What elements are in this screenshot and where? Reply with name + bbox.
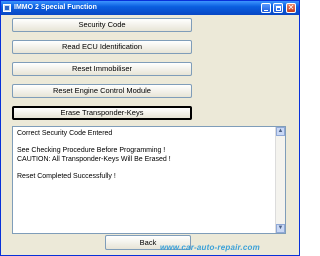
close-button[interactable]: ✕ xyxy=(286,3,296,13)
log-scrollbar[interactable]: ▲ ▼ xyxy=(275,127,285,233)
reset-immobiliser-button[interactable]: Reset Immobiliser xyxy=(12,62,192,76)
erase-transponder-keys-button[interactable]: Erase Transponder-Keys xyxy=(12,106,192,120)
log-line: Reset Completed Successfully ! xyxy=(17,173,116,180)
reset-engine-control-module-button[interactable]: Reset Engine Control Module xyxy=(12,84,192,98)
close-icon: ✕ xyxy=(287,3,295,12)
maximize-button[interactable] xyxy=(273,3,283,13)
security-code-button[interactable]: Security Code xyxy=(12,18,192,32)
scroll-down-icon[interactable]: ▼ xyxy=(276,224,285,233)
status-log[interactable]: Correct Security Code Entered See Checki… xyxy=(12,126,286,234)
log-line: See Checking Procedure Before Programmin… xyxy=(17,147,166,154)
log-line: Correct Security Code Entered xyxy=(17,130,113,137)
app-icon xyxy=(3,4,11,12)
minimize-button[interactable] xyxy=(261,3,271,13)
immo-special-function-window: IMMO 2 Special Function ✕ Security Code … xyxy=(0,0,300,256)
watermark: www.car-auto-repair.com xyxy=(160,243,260,252)
window-title: IMMO 2 Special Function xyxy=(14,4,97,11)
read-ecu-identification-button[interactable]: Read ECU Identification xyxy=(12,40,192,54)
title-bar[interactable]: IMMO 2 Special Function ✕ xyxy=(1,1,299,15)
scroll-up-icon[interactable]: ▲ xyxy=(276,127,285,136)
log-line: CAUTION: All Transponder-Keys Will Be Er… xyxy=(17,156,171,163)
maximize-icon xyxy=(276,6,281,11)
minimize-icon xyxy=(264,10,268,11)
